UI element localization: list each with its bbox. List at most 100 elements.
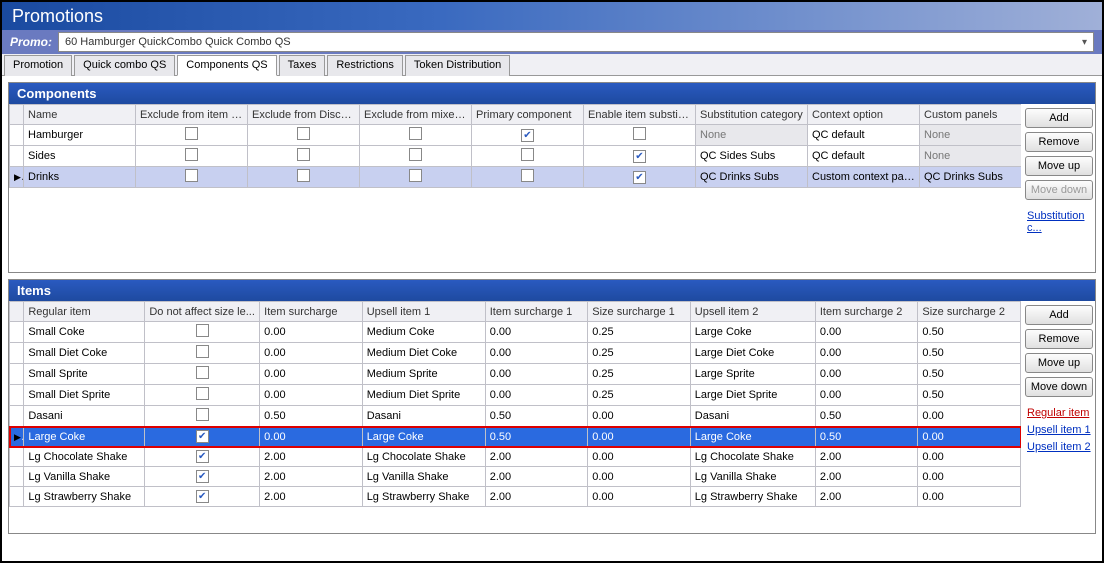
cell[interactable]: 0.00 bbox=[260, 364, 363, 385]
checkbox[interactable] bbox=[409, 148, 422, 161]
checkbox[interactable]: ✔ bbox=[633, 150, 646, 163]
cell[interactable] bbox=[145, 406, 260, 427]
cell[interactable]: Dasani bbox=[24, 406, 145, 427]
cell[interactable] bbox=[472, 167, 584, 188]
col-header[interactable]: Exclude from mixed l... bbox=[360, 105, 472, 125]
cell[interactable]: 0.00 bbox=[918, 447, 1021, 467]
cell[interactable]: 2.00 bbox=[485, 447, 588, 467]
checkbox[interactable] bbox=[185, 169, 198, 182]
cell[interactable]: 0.25 bbox=[588, 322, 691, 343]
cell[interactable]: 0.00 bbox=[815, 322, 918, 343]
remove-button[interactable]: Remove bbox=[1025, 329, 1093, 349]
table-row[interactable]: ▶Drinks✔QC Drinks SubsCustom context pan… bbox=[10, 167, 1022, 188]
cell[interactable]: 0.50 bbox=[485, 406, 588, 427]
checkbox[interactable] bbox=[196, 408, 209, 421]
cell[interactable] bbox=[248, 125, 360, 146]
cell[interactable]: Custom context panel bbox=[808, 167, 920, 188]
cell[interactable]: Lg Chocolate Shake bbox=[24, 447, 145, 467]
col-header[interactable]: Exclude from Discount bbox=[248, 105, 360, 125]
cell[interactable]: Small Sprite bbox=[24, 364, 145, 385]
cell[interactable]: QC Drinks Subs bbox=[696, 167, 808, 188]
col-header[interactable]: Regular item bbox=[24, 302, 145, 322]
cell[interactable]: 0.50 bbox=[918, 322, 1021, 343]
checkbox[interactable] bbox=[409, 127, 422, 140]
cell[interactable]: Small Coke bbox=[24, 322, 145, 343]
cell[interactable]: 0.00 bbox=[918, 467, 1021, 487]
cell[interactable]: 2.00 bbox=[260, 467, 363, 487]
table-row[interactable]: Hamburger✔NoneQC defaultNone bbox=[10, 125, 1022, 146]
col-header[interactable]: Item surcharge 1 bbox=[485, 302, 588, 322]
cell[interactable]: 0.00 bbox=[918, 406, 1021, 427]
cell[interactable]: 2.00 bbox=[815, 487, 918, 507]
promo-select[interactable]: 60 Hamburger QuickCombo Quick Combo QS ▾ bbox=[58, 32, 1094, 52]
cell[interactable]: Drinks bbox=[24, 167, 136, 188]
cell[interactable]: Small Diet Sprite bbox=[24, 385, 145, 406]
cell[interactable]: Medium Coke bbox=[362, 322, 485, 343]
cell[interactable]: ✔ bbox=[584, 146, 696, 167]
cell[interactable]: 0.50 bbox=[918, 385, 1021, 406]
cell[interactable] bbox=[145, 364, 260, 385]
cell[interactable]: 0.00 bbox=[588, 487, 691, 507]
table-row[interactable]: Lg Strawberry Shake✔2.00Lg Strawberry Sh… bbox=[10, 487, 1021, 507]
regular-item-link[interactable]: Regular item bbox=[1025, 407, 1093, 419]
col-header[interactable]: Upsell item 1 bbox=[362, 302, 485, 322]
cell[interactable]: 0.00 bbox=[485, 322, 588, 343]
checkbox[interactable] bbox=[297, 127, 310, 140]
cell[interactable]: QC default bbox=[808, 146, 920, 167]
cell[interactable]: 0.50 bbox=[815, 427, 918, 447]
checkbox[interactable]: ✔ bbox=[196, 470, 209, 483]
cell[interactable]: 0.00 bbox=[260, 385, 363, 406]
cell[interactable] bbox=[136, 125, 248, 146]
cell[interactable]: 0.25 bbox=[588, 385, 691, 406]
checkbox[interactable] bbox=[633, 127, 646, 140]
cell[interactable]: 0.00 bbox=[588, 427, 691, 447]
moveup-button[interactable]: Move up bbox=[1025, 156, 1093, 176]
tab-quick-combo-qs[interactable]: Quick combo QS bbox=[74, 55, 175, 76]
tab-token-distribution[interactable]: Token Distribution bbox=[405, 55, 510, 76]
checkbox[interactable] bbox=[196, 345, 209, 358]
cell[interactable]: 0.00 bbox=[485, 364, 588, 385]
checkbox[interactable] bbox=[297, 169, 310, 182]
cell[interactable]: 0.00 bbox=[485, 343, 588, 364]
cell[interactable]: 2.00 bbox=[260, 487, 363, 507]
cell[interactable]: 0.00 bbox=[260, 343, 363, 364]
table-row[interactable]: Small Sprite0.00Medium Sprite0.000.25Lar… bbox=[10, 364, 1021, 385]
cell[interactable]: 0.25 bbox=[588, 364, 691, 385]
cell[interactable]: Large Coke bbox=[362, 427, 485, 447]
cell[interactable]: 0.00 bbox=[260, 322, 363, 343]
cell[interactable]: 0.00 bbox=[260, 427, 363, 447]
cell[interactable]: 0.00 bbox=[815, 385, 918, 406]
cell[interactable] bbox=[145, 322, 260, 343]
cell[interactable]: Lg Vanilla Shake bbox=[690, 467, 815, 487]
checkbox[interactable]: ✔ bbox=[196, 430, 209, 443]
cell[interactable]: QC default bbox=[808, 125, 920, 146]
cell[interactable] bbox=[360, 146, 472, 167]
cell[interactable]: Lg Chocolate Shake bbox=[362, 447, 485, 467]
cell[interactable]: 0.00 bbox=[588, 406, 691, 427]
add-button[interactable]: Add bbox=[1025, 305, 1093, 325]
cell[interactable]: Medium Diet Coke bbox=[362, 343, 485, 364]
checkbox[interactable] bbox=[409, 169, 422, 182]
cell[interactable] bbox=[136, 146, 248, 167]
cell[interactable]: 0.50 bbox=[485, 427, 588, 447]
checkbox[interactable] bbox=[297, 148, 310, 161]
checkbox[interactable]: ✔ bbox=[196, 450, 209, 463]
tab-promotion[interactable]: Promotion bbox=[4, 55, 72, 76]
col-header[interactable]: Context option bbox=[808, 105, 920, 125]
cell[interactable]: 2.00 bbox=[485, 487, 588, 507]
table-row[interactable]: Small Diet Sprite0.00Medium Diet Sprite0… bbox=[10, 385, 1021, 406]
cell[interactable] bbox=[136, 167, 248, 188]
cell[interactable]: Medium Sprite bbox=[362, 364, 485, 385]
cell[interactable]: 2.00 bbox=[260, 447, 363, 467]
col-header[interactable]: Do not affect size le... bbox=[145, 302, 260, 322]
remove-button[interactable]: Remove bbox=[1025, 132, 1093, 152]
cell[interactable]: Small Diet Coke bbox=[24, 343, 145, 364]
cell[interactable]: Dasani bbox=[690, 406, 815, 427]
checkbox[interactable] bbox=[521, 148, 534, 161]
cell[interactable] bbox=[248, 167, 360, 188]
checkbox[interactable] bbox=[196, 387, 209, 400]
cell[interactable]: Hamburger bbox=[24, 125, 136, 146]
cell[interactable]: Lg Chocolate Shake bbox=[690, 447, 815, 467]
col-header[interactable]: Name bbox=[24, 105, 136, 125]
checkbox[interactable] bbox=[185, 127, 198, 140]
